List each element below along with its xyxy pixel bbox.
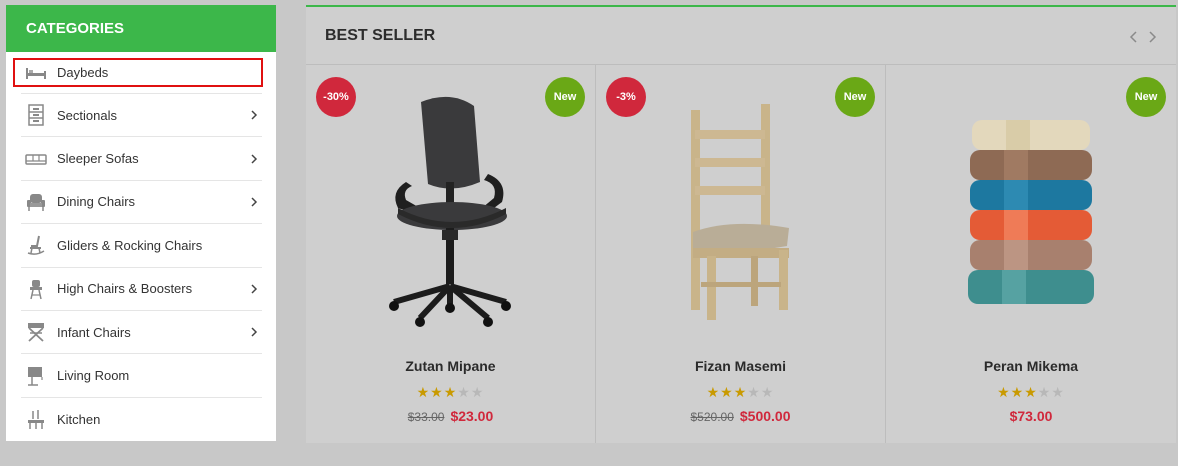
product-card[interactable]: -3% New Fizan Masemi ★★★★★ $520.00 $500.… <box>596 65 886 443</box>
sofa-icon <box>25 148 47 170</box>
chevron-right-icon <box>248 109 260 121</box>
high-chair-icon <box>25 278 47 300</box>
current-price: $500.00 <box>739 408 791 424</box>
category-item-kitchen[interactable]: Kitchen <box>21 398 262 441</box>
category-label: Dining Chairs <box>57 194 136 210</box>
star-icon: ★ <box>733 384 748 400</box>
product-name[interactable]: Fizan Masemi <box>596 358 885 374</box>
price: $33.00 $23.00 <box>306 408 595 424</box>
infant-chair-icon <box>25 321 47 343</box>
category-item-sectionals[interactable]: Sectionals <box>21 94 262 138</box>
category-label: Kitchen <box>57 411 101 427</box>
category-label: Sleeper Sofas <box>57 151 139 167</box>
daybed-icon <box>25 62 47 84</box>
wooden-chair-image[interactable] <box>641 85 841 335</box>
category-item-infant-chairs[interactable]: Infant Chairs <box>21 311 262 355</box>
product-card[interactable]: New Peran Mikema ★★★★★ $73.00 <box>886 65 1176 443</box>
current-price: $73.00 <box>1009 408 1053 424</box>
old-price: $520.00 <box>690 410 734 424</box>
product-name[interactable]: Zutan Mipane <box>306 358 595 374</box>
category-label: High Chairs & Boosters <box>57 281 193 297</box>
chevron-right-icon[interactable] <box>1146 29 1158 45</box>
star-icon: ★ <box>997 384 1011 400</box>
rating-stars: ★★★★★ <box>596 384 885 401</box>
category-label: Sectionals <box>57 107 117 123</box>
office-chair-image[interactable] <box>351 85 551 335</box>
towel-stack-image[interactable] <box>931 85 1131 335</box>
current-price: $23.00 <box>450 408 494 424</box>
bestseller-header: BEST SELLER <box>306 7 1176 65</box>
sectional-icon <box>25 104 47 126</box>
armchair-icon <box>25 191 47 213</box>
star-icon: ★ <box>747 384 761 400</box>
category-label: Daybeds <box>57 65 109 80</box>
sale-badge: -3% <box>606 77 646 117</box>
star-icon: ★ <box>1051 384 1065 400</box>
sale-badge: -30% <box>316 77 356 117</box>
chevron-right-icon <box>248 196 260 208</box>
category-label: Living Room <box>57 368 130 384</box>
lamp-icon <box>25 365 47 387</box>
category-label: Infant Chairs <box>57 324 131 340</box>
categories-title: CATEGORIES <box>6 5 276 52</box>
rocking-chair-icon <box>25 234 47 256</box>
category-item-living-room[interactable]: Living Room <box>21 354 262 398</box>
product-carousel: -30% New Zutan Mipane ★★★★★ $33.00 $23.0… <box>306 65 1176 443</box>
category-item-sleeper-sofas[interactable]: Sleeper Sofas <box>21 137 262 181</box>
star-icon: ★ <box>1010 384 1025 400</box>
chevron-right-icon <box>248 153 260 165</box>
categories-panel: CATEGORIES Daybeds Sectionals Sleeper So… <box>6 5 276 441</box>
new-badge: New <box>545 77 585 117</box>
product-card[interactable]: -30% New Zutan Mipane ★★★★★ $33.00 $23.0… <box>306 65 596 443</box>
rating-stars: ★★★★★ <box>886 384 1176 401</box>
new-badge: New <box>835 77 875 117</box>
category-item-high-chairs-boosters[interactable]: High Chairs & Boosters <box>21 268 262 311</box>
price: $520.00 $500.00 <box>596 408 885 424</box>
new-badge: New <box>1126 77 1166 117</box>
star-icon: ★ <box>720 384 734 400</box>
chevron-right-icon <box>248 326 260 338</box>
star-icon: ★ <box>706 384 721 400</box>
star-icon: ★ <box>1037 384 1052 400</box>
star-icon: ★ <box>416 384 431 400</box>
rating-stars: ★★★★★ <box>306 384 595 401</box>
category-item-gliders-rocking-chairs[interactable]: Gliders & Rocking Chairs <box>21 224 262 268</box>
star-icon: ★ <box>760 384 775 400</box>
chevron-right-icon <box>248 283 260 295</box>
star-icon: ★ <box>430 384 444 400</box>
star-icon: ★ <box>470 384 485 400</box>
price: $73.00 <box>886 408 1176 424</box>
chevron-left-icon[interactable] <box>1128 29 1140 45</box>
old-price: $33.00 <box>407 410 445 424</box>
category-item-dining-chairs[interactable]: Dining Chairs <box>21 181 262 225</box>
categories-list: Daybeds Sectionals Sleeper Sofas Dining … <box>6 52 276 441</box>
star-icon: ★ <box>1024 384 1038 400</box>
category-label: Gliders & Rocking Chairs <box>57 237 203 253</box>
star-icon: ★ <box>443 384 458 400</box>
bestseller-panel: BEST SELLER -30% New Zutan Mipane ★★★★★ … <box>306 5 1176 443</box>
star-icon: ★ <box>457 384 471 400</box>
product-name[interactable]: Peran Mikema <box>886 358 1176 374</box>
category-item-daybeds[interactable]: Daybeds <box>13 52 263 94</box>
kitchen-icon <box>25 408 47 430</box>
bestseller-title: BEST SELLER <box>325 27 436 44</box>
